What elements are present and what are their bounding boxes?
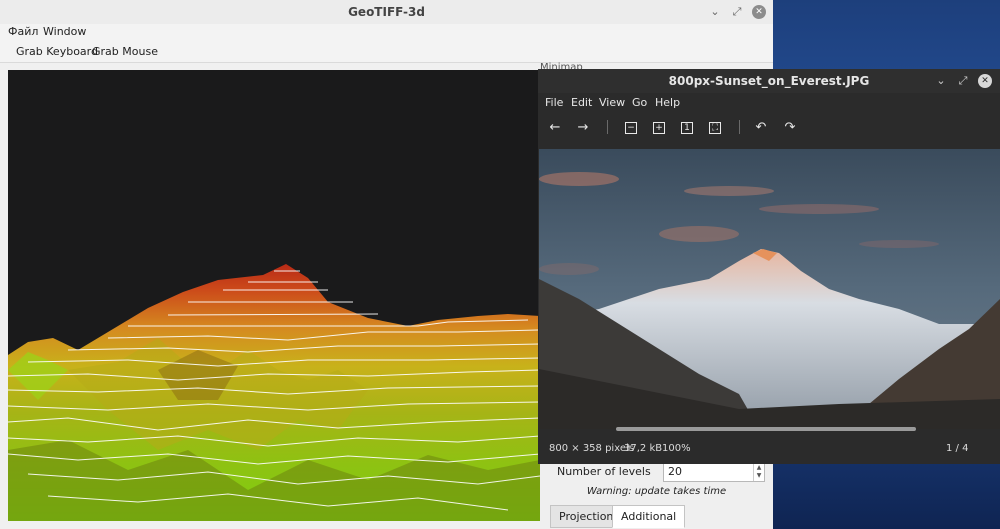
menu-go[interactable]: Go [632,96,647,109]
minimize-icon[interactable]: ⌄ [934,74,948,88]
menu-edit[interactable]: Edit [571,96,592,109]
menu-window[interactable]: Window [43,25,86,38]
viewer-statusbar: 800 × 358 pixels 37,2 kB 100% 1 / 4 [538,437,1000,463]
close-icon[interactable]: ✕ [752,5,766,19]
menu-help[interactable]: Help [655,96,680,109]
file-size: 37,2 kB [624,443,663,454]
zoom-level: 100% [662,443,691,454]
horizontal-scrollbar[interactable] [616,427,916,431]
menu-file[interactable]: File [545,96,563,109]
maximize-icon[interactable]: ⤢ [730,5,744,19]
zoom-fit-icon[interactable]: ⛶ [709,122,721,134]
image-viewer-window: 800px-Sunset_on_Everest.JPG ⌄ ⤢ ✕ File E… [538,69,1000,464]
toolbar-separator [739,120,740,134]
rotate-right-icon[interactable]: ↷ [782,120,798,136]
menu-file[interactable]: Файл [8,25,38,38]
menubar: Файл Window [0,24,773,40]
zoom-in-icon[interactable]: + [653,122,665,134]
viewer-toolbar: ← → − + 1 ⛶ ↶ ↷ [538,114,1000,144]
toolbar-separator [607,120,608,134]
grab-keyboard-button[interactable]: Grab Keyboard [16,45,98,58]
arrow-right-icon[interactable]: → [575,120,591,136]
menu-view[interactable]: View [599,96,625,109]
geotiff-titlebar[interactable]: GeoTIFF-3d ⌄ ⤢ ✕ [0,0,773,25]
zoom-normal-icon[interactable]: 1 [681,122,693,134]
viewer-menubar: File Edit View Go Help [538,93,1000,111]
minimize-icon[interactable]: ⌄ [708,5,722,19]
image-position: 1 / 4 [946,443,969,454]
window-title: GeoTIFF-3d [348,5,425,19]
image-dimensions: 800 × 358 pixels [549,443,634,454]
viewer-title: 800px-Sunset_on_Everest.JPG [668,74,870,88]
terrain-3d-viewport[interactable] [8,70,540,521]
maximize-icon[interactable]: ⤢ [956,74,970,88]
tab-additional[interactable]: Additional [612,505,686,528]
zoom-out-icon[interactable]: − [625,122,637,134]
grab-mouse-button[interactable]: Grab Mouse [92,45,158,58]
viewer-titlebar[interactable]: 800px-Sunset_on_Everest.JPG ⌄ ⤢ ✕ [538,69,1000,93]
close-icon[interactable]: ✕ [978,74,992,88]
arrow-left-icon[interactable]: ← [547,120,563,136]
rotate-left-icon[interactable]: ↶ [753,120,769,136]
toolbar: Grab Keyboard Grab Mouse [0,40,773,63]
